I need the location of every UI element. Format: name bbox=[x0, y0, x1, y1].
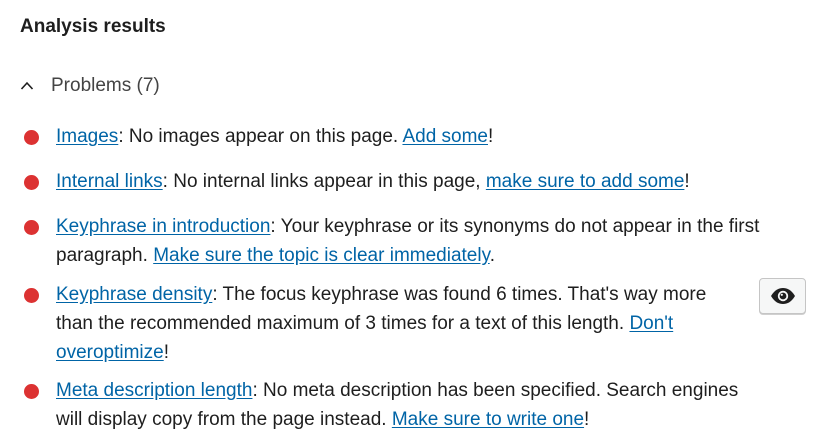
section-heading: Analysis results bbox=[20, 16, 166, 37]
problem-text: Internal links: No internal links appear… bbox=[56, 167, 756, 196]
make-topic-clear-link[interactable]: Make sure the topic is clear immediately bbox=[153, 245, 490, 266]
internal-links-link[interactable]: Internal links bbox=[56, 171, 163, 192]
problem-suffix: ! bbox=[684, 171, 690, 192]
problem-text: Keyphrase in introduction: Your keyphras… bbox=[56, 212, 786, 270]
meta-description-length-link[interactable]: Meta description length bbox=[56, 380, 252, 401]
problem-bullet-icon bbox=[24, 175, 39, 190]
problem-text: Images: No images appear on this page. A… bbox=[56, 122, 756, 151]
problem-description: : No internal links appear in this page, bbox=[162, 171, 486, 192]
problem-bullet-icon bbox=[24, 384, 39, 399]
keyphrase-in-introduction-link[interactable]: Keyphrase in introduction bbox=[56, 216, 270, 237]
problem-bullet-icon bbox=[24, 288, 39, 303]
highlight-keyphrase-button[interactable] bbox=[759, 278, 806, 314]
problem-suffix: ! bbox=[584, 409, 590, 430]
images-link[interactable]: Images bbox=[56, 126, 118, 147]
make-sure-to-write-one-link[interactable]: Make sure to write one bbox=[392, 409, 584, 430]
add-some-link[interactable]: Add some bbox=[402, 126, 488, 147]
eye-icon bbox=[770, 288, 795, 304]
problem-suffix: ! bbox=[488, 126, 494, 147]
problems-toggle-label: Problems (7) bbox=[51, 75, 160, 96]
keyphrase-density-link[interactable]: Keyphrase density bbox=[56, 284, 212, 305]
problem-suffix: ! bbox=[163, 342, 169, 363]
analysis-results-panel: Analysis results Problems (7) Images: No… bbox=[0, 0, 828, 440]
problem-text: Meta description length: No meta descrip… bbox=[56, 376, 766, 434]
problem-description: : No images appear on this page. bbox=[118, 126, 403, 147]
problem-suffix: . bbox=[489, 245, 495, 266]
chevron-up-icon bbox=[20, 81, 34, 90]
problem-bullet-icon bbox=[24, 130, 39, 145]
problem-text: Keyphrase density: The focus keyphrase w… bbox=[56, 280, 716, 367]
make-sure-to-add-some-link[interactable]: make sure to add some bbox=[486, 171, 685, 192]
problem-bullet-icon bbox=[24, 220, 39, 235]
problems-toggle[interactable]: Problems (7) bbox=[14, 72, 166, 100]
